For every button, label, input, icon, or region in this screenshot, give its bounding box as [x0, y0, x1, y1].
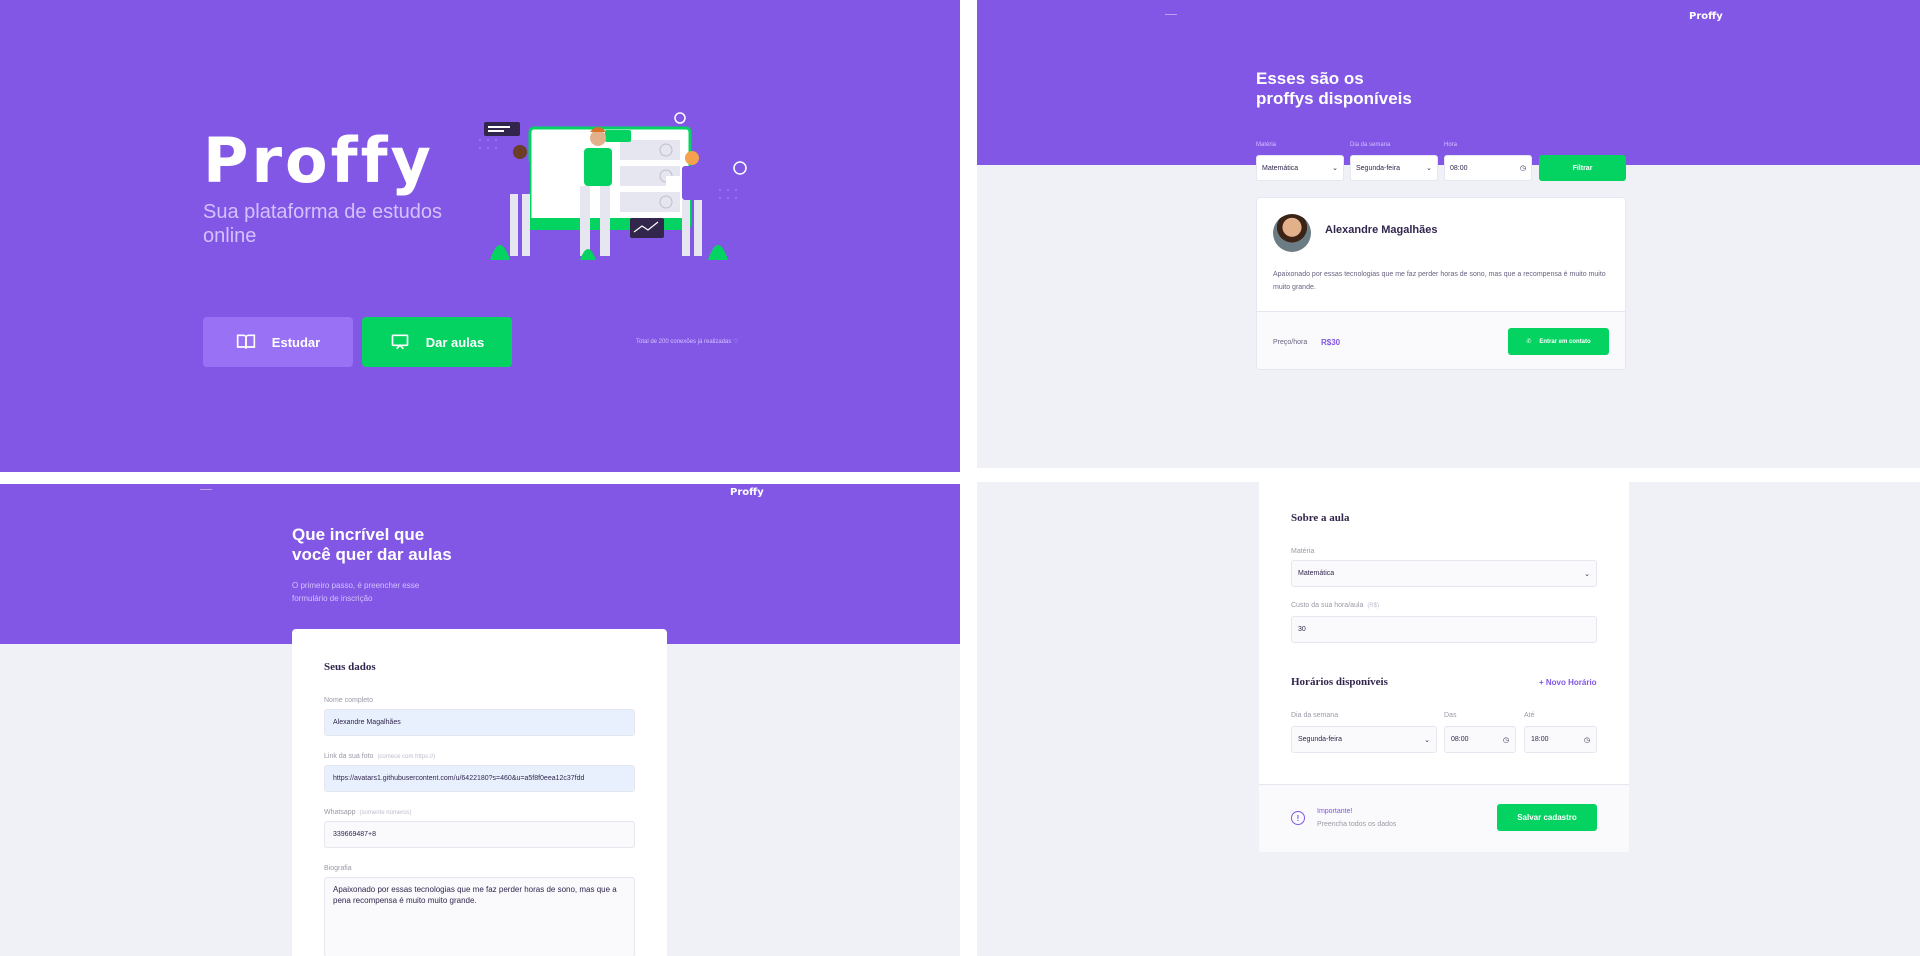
whatsapp-label: Whatsapp (somente números) [324, 809, 412, 816]
warning-icon: ! [1291, 811, 1305, 825]
card-footer: Preço/hora R$30 ✆ Entrar em contato [1257, 311, 1625, 369]
avatar-label: Link da sua foto (comece com https://) [324, 753, 436, 760]
filter-button[interactable]: Filtrar [1539, 155, 1626, 181]
section-title: Seus dados [324, 661, 376, 673]
chevron-down-icon: ⌄ [1584, 570, 1590, 578]
study-button-label: Estudar [271, 334, 321, 350]
proffy-logo: Proffy [203, 124, 434, 197]
warning-title: Importante! [1317, 808, 1353, 815]
page-subtitle: O primeiro passo, é preencher esse formu… [292, 581, 420, 603]
subject-label: Matéria [1291, 548, 1315, 555]
price-label: Preço/hora [1273, 339, 1308, 346]
subject-select[interactable]: Matemática ⌄ [1256, 155, 1344, 181]
back-icon[interactable] [1165, 14, 1177, 15]
tagline: Sua plataforma de estudos online [203, 201, 443, 247]
study-button[interactable]: Estudar [203, 317, 353, 367]
landing-panel: Proffy Sua plataforma de estudos online [0, 0, 960, 472]
book-icon [236, 334, 255, 349]
teacher-bio: Apaixonado por essas tecnologias que me … [1273, 271, 1606, 291]
chevron-down-icon: ⌄ [1426, 165, 1432, 172]
clock-icon: ◷ [1519, 165, 1526, 172]
subject-select[interactable]: Matemática ⌄ [1291, 560, 1597, 587]
whatsapp-input[interactable]: 339669487+8 [324, 821, 635, 848]
contact-button[interactable]: ✆ Entrar em contato [1508, 328, 1609, 355]
avatar [1273, 214, 1311, 252]
subject-label: Matéria [1256, 142, 1277, 148]
avatar-url-input[interactable]: https://avatars1.githubusercontent.com/u… [324, 765, 635, 792]
teacher-form-panel-2: Sobre a aula Matéria Matemática ⌄ Custo d… [977, 482, 1920, 956]
cost-label: Custo da sua hora/aula (R$) [1291, 602, 1380, 609]
teach-button[interactable]: Dar aulas [362, 317, 512, 367]
form-card: Seus dados Nome completo Alexandre Magal… [292, 629, 667, 956]
about-title: Sobre a aula [1291, 512, 1350, 524]
weekday-select[interactable]: Segunda-feira ⌄ [1291, 726, 1437, 753]
page-title: Esses são os proffys disponíveis [1256, 69, 1412, 108]
clock-icon: ◷ [1583, 736, 1590, 744]
name-input[interactable]: Alexandre Magalhães [324, 709, 635, 736]
header-logo: Proffy [730, 487, 764, 498]
to-time-input[interactable]: 18:00 ◷ [1524, 726, 1597, 753]
to-label: Até [1524, 712, 1535, 719]
teacher-name: Alexandre Magalhães [1325, 224, 1438, 236]
teach-button-label: Dar aulas [425, 334, 485, 350]
heart-icon: ♡ [733, 339, 739, 345]
chevron-down-icon: ⌄ [1424, 736, 1430, 744]
page-title: Que incrível que você quer dar aulas [292, 525, 452, 564]
time-input[interactable]: 08:00 ◷ [1444, 155, 1532, 181]
name-label: Nome completo [324, 697, 374, 704]
header-logo: Proffy [1689, 11, 1723, 22]
save-button[interactable]: Salvar cadastro [1497, 804, 1597, 831]
teacher-form-panel: Proffy Que incrível que você quer dar au… [0, 484, 960, 956]
back-icon[interactable] [200, 489, 212, 490]
warning-text: Preencha todos os dados [1317, 821, 1397, 828]
connections-text: Total de 200 conexões já realizadas ♡ [636, 339, 739, 345]
whatsapp-icon: ✆ [1526, 339, 1532, 345]
weekday-label: Dia da semana [1350, 142, 1391, 148]
teacher-card: Alexandre Magalhães Apaixonado por essas… [1256, 197, 1626, 370]
teacher-list-panel: Proffy Esses são os proffys disponíveis … [977, 0, 1920, 468]
presentation-icon [391, 334, 409, 350]
bio-label: Biografia [324, 865, 352, 872]
time-label: Hora [1444, 142, 1458, 148]
new-schedule-button[interactable]: + Novo Horário [1539, 678, 1597, 687]
chevron-down-icon: ⌄ [1332, 165, 1338, 172]
bio-textarea[interactable]: Apaixonado por essas tecnologias que me … [324, 877, 635, 956]
schedule-title: Horários disponíveis [1291, 676, 1388, 688]
from-label: Das [1444, 712, 1457, 719]
cost-input[interactable]: 30 [1291, 616, 1597, 643]
hero-illustration [478, 112, 747, 260]
price-value: R$30 [1321, 338, 1341, 347]
from-time-input[interactable]: 08:00 ◷ [1444, 726, 1516, 753]
weekday-select[interactable]: Segunda-feira ⌄ [1350, 155, 1438, 181]
clock-icon: ◷ [1502, 736, 1509, 744]
weekday-label: Dia da semana [1291, 712, 1339, 719]
